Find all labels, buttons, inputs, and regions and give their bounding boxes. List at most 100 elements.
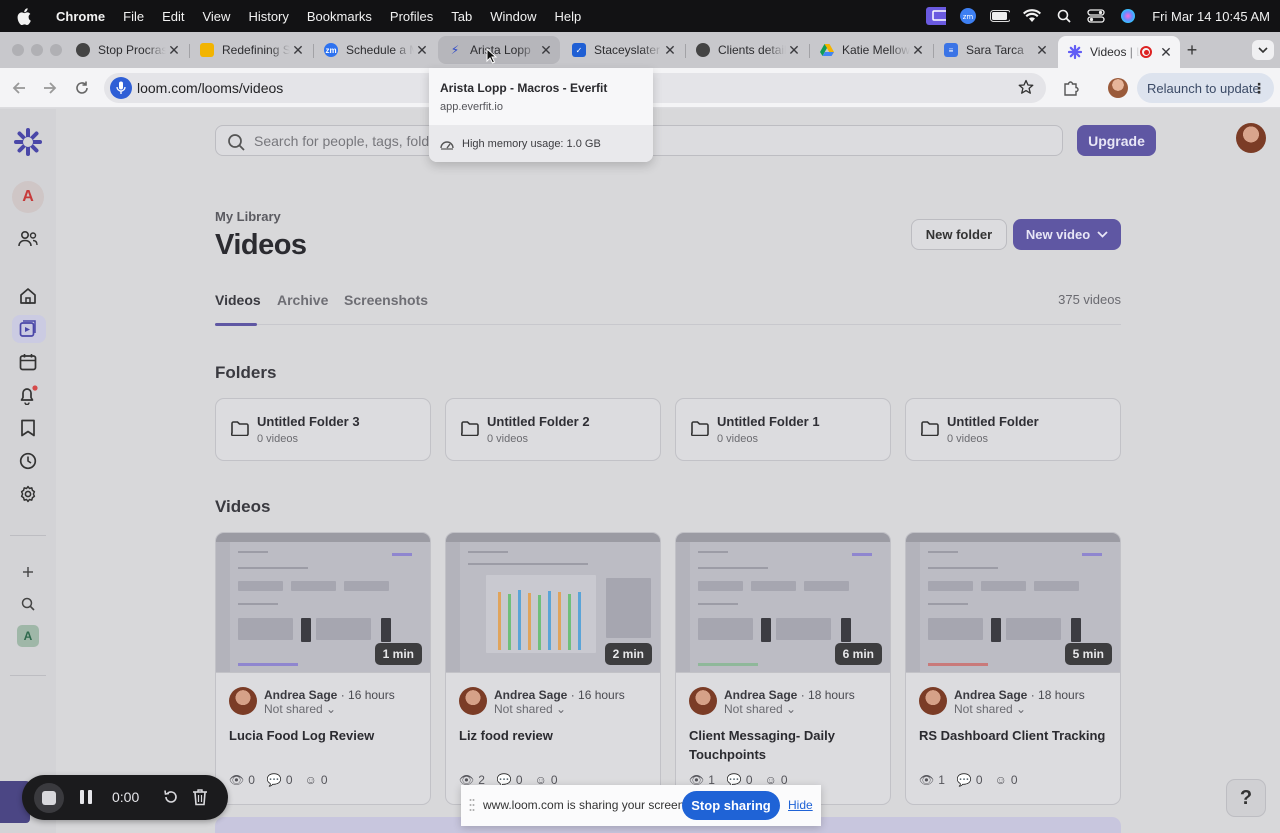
video-card[interactable]: 6 min Andrea Sage · 18 hours Not shared … [675,532,891,805]
sidebar-search-icon[interactable] [17,593,39,615]
members-icon[interactable] [17,228,39,250]
close-tab-icon[interactable]: ✕ [910,42,926,59]
bookmark-star-icon[interactable] [1018,79,1034,100]
reaction-count: 0 [320,773,328,787]
restart-recording-icon[interactable] [163,789,179,810]
share-status-dropdown[interactable]: Not shared ⌄ [494,702,566,716]
close-tab-icon[interactable]: ✕ [662,42,678,59]
chrome-menu-kebab-icon[interactable]: ⋮ [1252,80,1266,97]
library-breadcrumb[interactable]: My Library [215,209,281,224]
help-button[interactable]: ? [1226,779,1266,817]
forward-button[interactable] [41,79,59,97]
video-card[interactable]: 1 min Andrea Sage · 16 hours Not shared … [215,532,431,805]
extensions-puzzle-icon[interactable] [1062,79,1080,102]
video-title[interactable]: Liz food review [459,726,649,745]
library-videos-icon[interactable] [17,318,39,340]
browser-tab[interactable]: ≡ Sara Tarca ✕ [934,36,1056,64]
menu-app-name[interactable]: Chrome [56,9,105,24]
menu-window[interactable]: Window [490,9,536,24]
home-icon[interactable] [17,285,39,307]
relaunch-to-update-button[interactable]: Relaunch to update ⋮ [1137,73,1274,103]
browser-tab[interactable]: Redefining Success ✕ [190,36,312,64]
bookmark-icon[interactable] [17,417,39,439]
stop-sharing-button[interactable]: Stop sharing [682,791,780,820]
menu-view[interactable]: View [202,9,230,24]
battery-icon[interactable] [990,8,1011,24]
pause-recording-button[interactable] [80,790,92,809]
apple-icon[interactable] [17,7,37,25]
share-status-dropdown[interactable]: Not shared ⌄ [954,702,1026,716]
drag-handle-icon[interactable] [469,798,475,812]
tab-search-button[interactable] [1252,40,1274,60]
close-tab-icon[interactable]: ✕ [290,42,306,59]
menubar-clock[interactable]: Fri Mar 14 10:45 AM [1152,9,1270,24]
calendar-icon[interactable] [17,351,39,373]
back-button[interactable] [10,79,28,97]
wifi-icon[interactable] [1022,8,1042,24]
hide-sharing-bar-link[interactable]: Hide [788,798,813,812]
control-center-icon[interactable] [1086,8,1106,24]
zoom-status-icon[interactable]: zm [958,8,978,24]
url-text[interactable]: loom.com/looms/videos [137,80,283,96]
new-tab-button[interactable]: + [1182,40,1202,60]
comment-count: 0 [285,773,293,787]
video-title[interactable]: RS Dashboard Client Tracking [919,726,1109,745]
menu-file[interactable]: File [123,9,144,24]
folder-card[interactable]: Untitled Folder 2 0 videos [445,398,661,461]
folder-card[interactable]: Untitled Folder 0 videos [905,398,1121,461]
space-avatar[interactable]: A [17,625,39,647]
share-status-dropdown[interactable]: Not shared ⌄ [264,702,336,716]
close-tab-icon[interactable]: ✕ [166,42,182,59]
browser-tab-active[interactable]: Videos | Loom ✕ [1058,36,1180,68]
browser-tab[interactable]: zm Schedule a Meeting ✕ [314,36,436,64]
menu-history[interactable]: History [248,9,288,24]
browser-tab[interactable]: Stop Procrastinating ✕ [66,36,188,64]
notifications-bell-icon[interactable] [17,384,39,406]
settings-gear-icon[interactable] [17,483,39,505]
video-card[interactable]: 5 min Andrea Sage · 18 hours Not shared … [905,532,1121,805]
close-tab-icon[interactable]: ✕ [414,42,430,59]
user-avatar[interactable] [1236,123,1266,153]
menu-help[interactable]: Help [555,9,582,24]
minimize-window-button[interactable] [31,44,43,56]
delete-recording-trash-icon[interactable] [192,788,208,811]
folder-card[interactable]: Untitled Folder 3 0 videos [215,398,431,461]
reload-button[interactable] [73,79,91,97]
author-name: Andrea Sage [264,688,338,702]
tab-archive[interactable]: Archive [277,292,328,308]
folder-card[interactable]: Untitled Folder 1 0 videos [675,398,891,461]
browser-tab-hovered[interactable]: ⚡ Arista Lopp ✕ [438,36,560,64]
upgrade-button[interactable]: Upgrade [1077,125,1156,156]
add-plus-icon[interactable] [17,561,39,583]
video-title[interactable]: Lucia Food Log Review [229,726,419,745]
new-folder-button[interactable]: New folder [911,219,1007,250]
close-tab-icon[interactable]: ✕ [1158,44,1174,61]
screen-share-status-icon[interactable] [926,7,947,25]
close-window-button[interactable] [12,44,24,56]
tab-videos[interactable]: Videos [215,292,261,308]
share-status-dropdown[interactable]: Not shared ⌄ [724,702,796,716]
menu-edit[interactable]: Edit [162,9,184,24]
tab-screenshots[interactable]: Screenshots [344,292,428,308]
microphone-icon[interactable] [110,77,132,99]
menu-profiles[interactable]: Profiles [390,9,433,24]
video-title[interactable]: Client Messaging- Daily Touchpoints [689,726,879,764]
menu-bookmarks[interactable]: Bookmarks [307,9,372,24]
browser-tab[interactable]: Katie Mellow ✕ [810,36,932,64]
zoom-window-button[interactable] [50,44,62,56]
profile-avatar[interactable] [1108,78,1128,98]
close-tab-icon[interactable]: ✕ [538,42,554,59]
close-tab-icon[interactable]: ✕ [786,42,802,59]
browser-tab[interactable]: Clients details ✕ [686,36,808,64]
workspace-avatar[interactable]: A [12,181,44,213]
stop-recording-button[interactable] [34,783,64,813]
spotlight-search-icon[interactable] [1054,8,1074,24]
close-tab-icon[interactable]: ✕ [1034,42,1050,59]
browser-tab[interactable]: ✓ Staceyslater ✕ [562,36,684,64]
new-video-button[interactable]: New video [1013,219,1121,250]
menu-tab[interactable]: Tab [451,9,472,24]
video-card[interactable]: 2 min Andrea Sage · 16 hours Not shared … [445,532,661,805]
siri-icon[interactable] [1118,8,1138,24]
history-clock-icon[interactable] [17,450,39,472]
loom-logo-icon[interactable] [14,128,42,156]
